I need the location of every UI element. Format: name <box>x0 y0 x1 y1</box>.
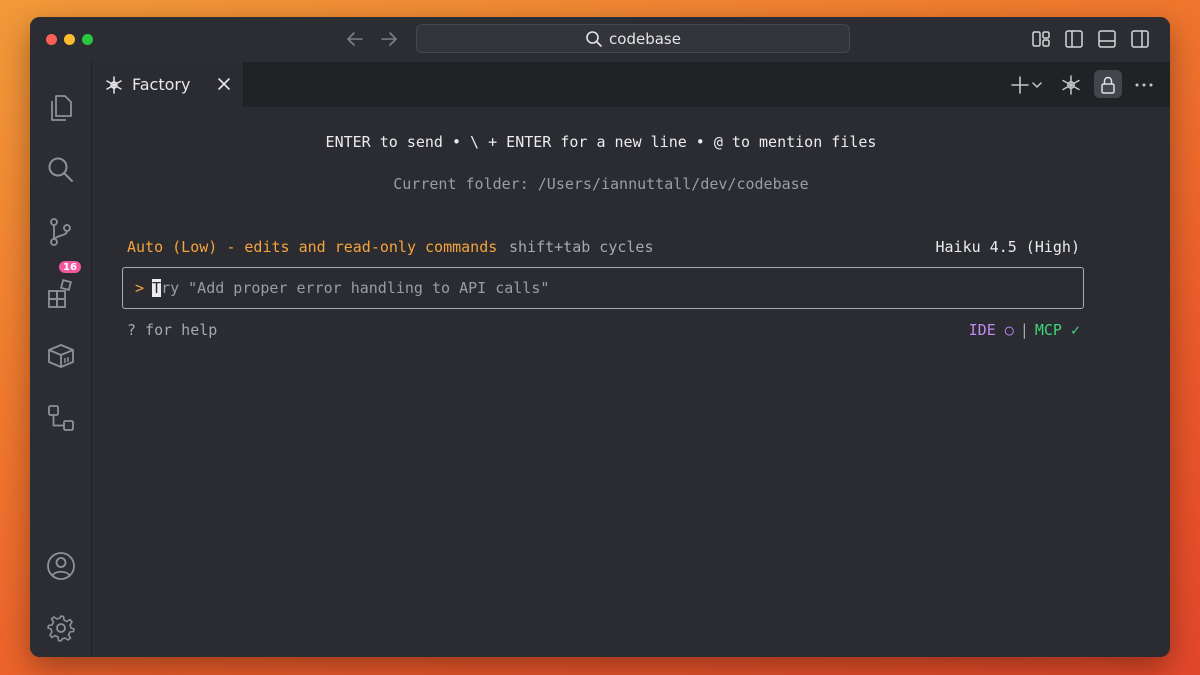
factory-snowflake-icon <box>106 75 122 94</box>
prompt-input[interactable]: > Try "Add proper error handling to API … <box>122 267 1084 309</box>
mode-cycle-hint: shift+tab cycles <box>509 238 654 256</box>
zoom-window-button[interactable] <box>82 34 93 45</box>
text-cursor: T <box>152 279 162 297</box>
factory-terminal: ENTER to send • \ + ENTER for a new line… <box>92 107 1170 657</box>
source-control-icon[interactable] <box>45 216 77 248</box>
search-text: codebase <box>609 29 681 48</box>
new-plus-icon[interactable] <box>1008 73 1032 97</box>
help-hint: ? for help <box>127 321 218 339</box>
explorer-files-icon[interactable] <box>45 92 77 124</box>
source-control-badge: 16 <box>57 259 83 275</box>
minimize-window-button[interactable] <box>64 34 75 45</box>
status-separator: | <box>1019 321 1029 339</box>
mcp-status: MCP ✓ <box>1034 321 1080 339</box>
workflow-icon[interactable] <box>45 402 77 434</box>
factory-snowflake-icon[interactable] <box>1059 73 1083 97</box>
close-window-button[interactable] <box>46 34 57 45</box>
toggle-secondary-sidebar-icon[interactable] <box>1129 28 1151 50</box>
tab-factory[interactable]: Factory <box>92 62 244 107</box>
layout-customize-icon[interactable] <box>1030 28 1052 50</box>
account-icon[interactable] <box>45 550 77 582</box>
autonomy-mode: Auto (Low) - edits and read-only command… <box>127 238 498 256</box>
activity-bar: 16 <box>30 62 92 657</box>
chevron-down-icon[interactable] <box>1030 73 1044 97</box>
search-icon[interactable] <box>45 154 77 186</box>
prompt-placeholder: ry "Add proper error handling to API cal… <box>161 279 550 297</box>
prompt-chevron: > <box>135 279 145 297</box>
settings-gear-icon[interactable] <box>45 612 77 644</box>
close-tab-icon[interactable] <box>215 75 233 93</box>
keyboard-hint: ENTER to send • \ + ENTER for a new line… <box>325 133 877 151</box>
editor-tab-bar: Factory <box>92 62 1170 107</box>
lock-icon <box>1101 76 1115 94</box>
back-arrow-icon[interactable] <box>344 28 366 50</box>
model-label[interactable]: Haiku 4.5 (High) <box>936 238 1081 256</box>
title-bar: codebase <box>30 17 1170 62</box>
tab-label: Factory <box>132 75 191 94</box>
ide-status: IDE ○ <box>968 321 1014 339</box>
command-center-search[interactable]: codebase <box>416 24 850 53</box>
toggle-primary-sidebar-icon[interactable] <box>1063 28 1085 50</box>
forward-arrow-icon[interactable] <box>378 28 400 50</box>
search-icon <box>586 30 602 47</box>
connection-status: IDE ○ | MCP ✓ <box>969 321 1080 339</box>
app-window: codebase 16 Factory ENTER to send • \ + … <box>30 17 1170 657</box>
more-actions-icon[interactable] <box>1132 73 1156 97</box>
extensions-icon[interactable] <box>45 278 77 310</box>
remote-explorer-icon[interactable] <box>45 340 77 372</box>
current-folder: Current folder: /Users/iannuttall/dev/co… <box>393 175 809 193</box>
toggle-panel-icon[interactable] <box>1096 28 1118 50</box>
